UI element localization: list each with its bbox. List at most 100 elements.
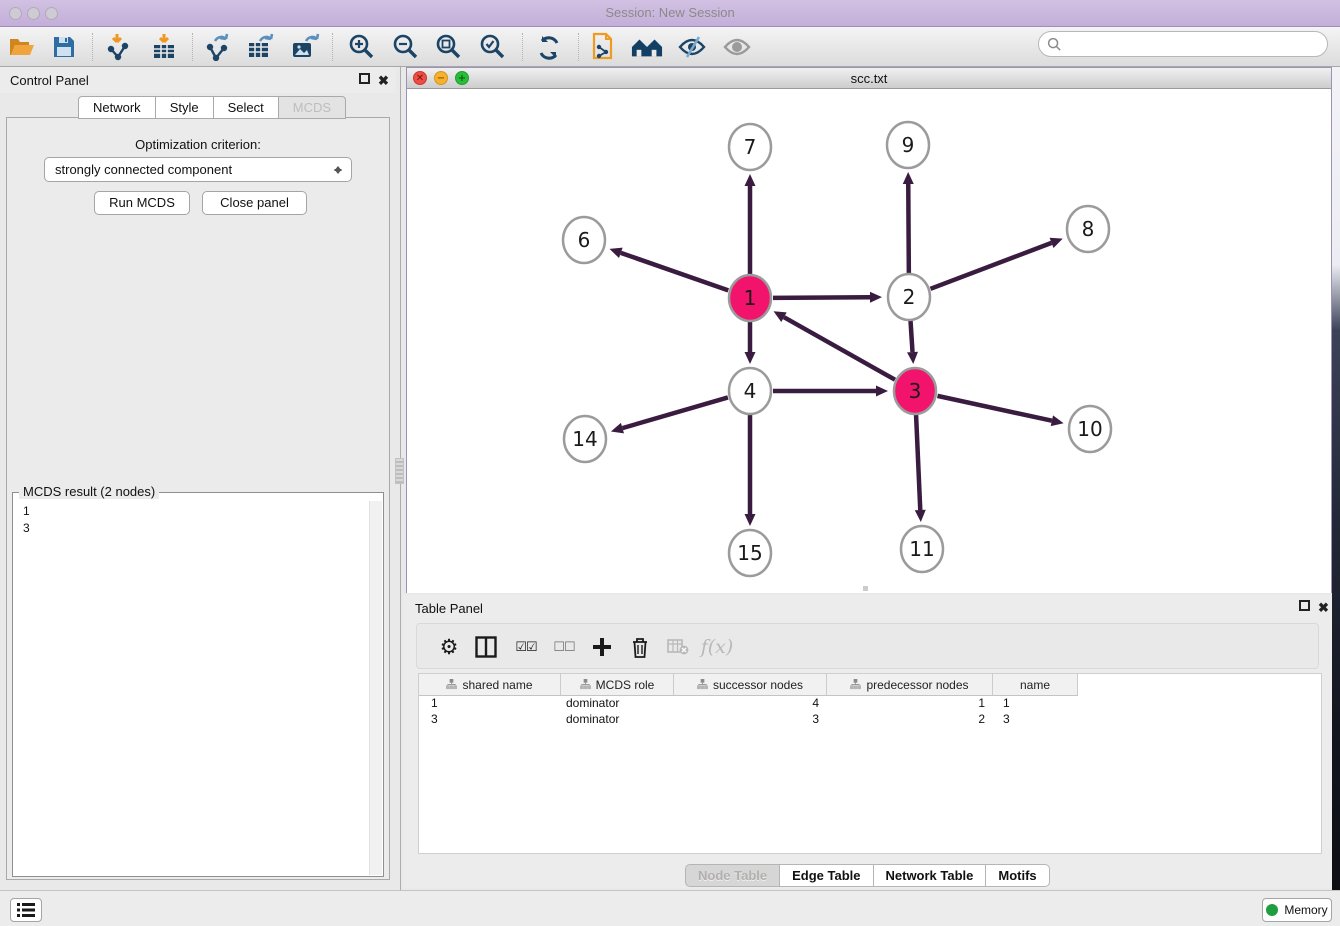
table-row[interactable]: 1dominator411 xyxy=(419,696,1321,712)
table-options-button[interactable]: ⚙ xyxy=(435,632,463,662)
tab-edge-table[interactable]: Edge Table xyxy=(779,864,872,887)
toolbar-separator xyxy=(92,33,93,61)
show-columns-button[interactable] xyxy=(471,632,501,662)
refresh-button[interactable] xyxy=(533,32,565,62)
float-panel-button[interactable] xyxy=(359,73,370,86)
first-neighbors-button[interactable] xyxy=(631,32,663,62)
table-cell[interactable]: 4 xyxy=(674,696,827,712)
mcds-result-item: 3 xyxy=(17,520,367,537)
select-all-columns-button[interactable]: ☑☑ xyxy=(509,632,543,662)
graph-edge[interactable] xyxy=(916,414,920,510)
graph-edge[interactable] xyxy=(773,297,870,298)
run-mcds-button[interactable]: Run MCDS xyxy=(94,191,190,215)
zoom-in-button[interactable] xyxy=(346,32,378,62)
tab-network[interactable]: Network xyxy=(78,96,155,119)
table-cell[interactable]: 1 xyxy=(993,696,1078,712)
graph-node-label: 6 xyxy=(578,228,591,252)
export-image-button[interactable] xyxy=(289,32,321,62)
list-icon xyxy=(17,903,35,917)
delete-columns-button[interactable] xyxy=(625,632,655,662)
canvas-grip[interactable] xyxy=(863,586,868,591)
hide-selected-button[interactable] xyxy=(676,32,708,62)
close-panel-button[interactable]: ✖ xyxy=(378,74,389,87)
add-column-button[interactable] xyxy=(587,632,617,662)
zoom-out-button[interactable] xyxy=(390,32,422,62)
graph-edge[interactable] xyxy=(621,253,728,291)
edge-arrowhead-icon xyxy=(1051,415,1064,426)
column-header-label: MCDS role xyxy=(596,678,655,692)
result-scrollbar[interactable] xyxy=(369,501,382,875)
mcds-result-list[interactable]: 13 xyxy=(17,503,367,872)
table-cell[interactable]: 1 xyxy=(419,696,561,712)
function-builder-button[interactable]: f(x) xyxy=(699,632,735,662)
delete-table-button[interactable] xyxy=(663,632,693,662)
column-header[interactable]: successor nodes xyxy=(674,674,827,696)
float-table-panel-button[interactable] xyxy=(1299,600,1310,613)
export-network-button[interactable] xyxy=(202,32,234,62)
zoom-selected-icon xyxy=(479,33,507,61)
graph-node-label: 7 xyxy=(744,135,757,159)
clone-network-button[interactable] xyxy=(588,32,620,62)
network-canvas[interactable]: 7968124314101511 xyxy=(407,89,1331,593)
import-table-button[interactable] xyxy=(148,32,180,62)
unselect-all-columns-button[interactable]: ☐☐ xyxy=(547,632,581,662)
column-header[interactable]: shared name xyxy=(419,674,561,696)
tab-mcds[interactable]: MCDS xyxy=(278,96,346,119)
zoom-selected-button[interactable] xyxy=(477,32,509,62)
search-input[interactable] xyxy=(1062,34,1327,54)
table-delete-icon xyxy=(667,638,689,656)
edge-arrowhead-icon xyxy=(745,174,756,186)
graph-node-label: 8 xyxy=(1082,217,1095,241)
table-panel-title: Table Panel xyxy=(415,601,483,616)
close-mcds-panel-button[interactable]: Close panel xyxy=(202,191,307,215)
table-cell[interactable]: 3 xyxy=(419,712,561,728)
graph-edge[interactable] xyxy=(937,396,1051,421)
import-network-button[interactable] xyxy=(102,32,134,62)
graph-node-label: 4 xyxy=(744,379,757,403)
export-table-button[interactable] xyxy=(245,32,277,62)
panel-divider-grip[interactable] xyxy=(395,458,404,484)
tab-style[interactable]: Style xyxy=(155,96,213,119)
tab-network-table[interactable]: Network Table xyxy=(873,864,986,887)
open-session-button[interactable] xyxy=(6,32,38,62)
table-cell[interactable]: 3 xyxy=(993,712,1078,728)
network-window-titlebar: ✕ − + scc.txt xyxy=(407,68,1331,89)
graph-edge[interactable] xyxy=(908,184,909,274)
tab-node-table[interactable]: Node Table xyxy=(685,864,779,887)
table-panel: Table Panel ✖ ⚙ ☑☑ ☐☐ f(x) shared name MC… xyxy=(403,595,1332,888)
show-all-button[interactable] xyxy=(721,32,753,62)
shared-column-icon xyxy=(580,679,591,690)
graph-node-label: 3 xyxy=(909,379,922,403)
table-cell[interactable]: dominator xyxy=(561,696,674,712)
column-header[interactable]: MCDS role xyxy=(561,674,674,696)
task-history-button[interactable] xyxy=(10,898,42,922)
memory-button[interactable]: Memory xyxy=(1262,898,1332,922)
graph-edge[interactable] xyxy=(931,243,1052,289)
memory-status-icon xyxy=(1266,904,1278,916)
optimization-criterion-label: Optimization criterion: xyxy=(0,137,396,152)
tab-motifs[interactable]: Motifs xyxy=(985,864,1049,887)
save-session-button[interactable] xyxy=(48,32,80,62)
window-titlebar: Session: New Session xyxy=(0,0,1340,27)
tab-select[interactable]: Select xyxy=(213,96,278,119)
table-cell[interactable]: 1 xyxy=(827,696,993,712)
export-image-icon xyxy=(290,33,320,61)
table-cell[interactable]: 3 xyxy=(674,712,827,728)
edge-arrowhead-icon xyxy=(903,172,914,184)
table-cell[interactable]: dominator xyxy=(561,712,674,728)
graph-edge[interactable] xyxy=(910,320,912,352)
zoom-fit-button[interactable] xyxy=(433,32,465,62)
column-header-label: predecessor nodes xyxy=(866,678,968,692)
edge-arrowhead-icon xyxy=(876,386,888,397)
criterion-select[interactable]: strongly connected component xyxy=(44,157,352,182)
refresh-icon xyxy=(536,34,562,60)
column-header[interactable]: predecessor nodes xyxy=(827,674,993,696)
graph-edge[interactable] xyxy=(622,397,727,428)
table-row[interactable]: 3dominator323 xyxy=(419,712,1321,728)
table-cell[interactable]: 2 xyxy=(827,712,993,728)
column-header[interactable]: name xyxy=(993,674,1078,696)
graph-edge[interactable] xyxy=(784,317,895,380)
zoom-out-icon xyxy=(392,33,420,61)
close-table-panel-button[interactable]: ✖ xyxy=(1318,601,1329,614)
column-header-label: shared name xyxy=(462,678,532,692)
